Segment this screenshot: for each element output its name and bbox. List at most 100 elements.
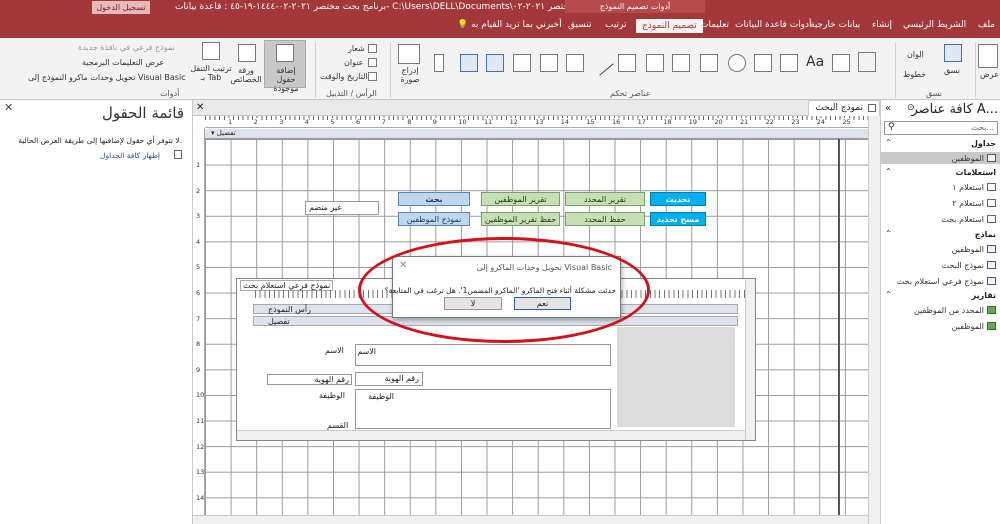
section-detail-bar[interactable]: ▾ تفصيل: [205, 129, 868, 139]
report-selected-button[interactable]: تقرير المحدد: [565, 192, 645, 206]
horizontal-scrollbar[interactable]: [193, 515, 868, 524]
ruler-mark: 4: [304, 118, 309, 126]
nav-item-form-subform[interactable]: نموذج فرعي استعلام بحث: [897, 277, 984, 286]
show-all-tables-link[interactable]: إظهار كافة الجداول: [100, 151, 160, 160]
list-box-icon[interactable]: [540, 54, 558, 72]
image-icon[interactable]: [460, 54, 478, 72]
datetime-button[interactable]: التاريخ والوقت: [320, 72, 368, 81]
attachment-icon[interactable]: [434, 54, 444, 72]
convert-macros-button[interactable]: تحويل وحدات ماكرو النموذج إلى Visual Bas…: [28, 73, 186, 82]
views-button-label[interactable]: عرض: [980, 70, 999, 79]
navigation-control-icon[interactable]: [672, 54, 690, 72]
close-document-icon[interactable]: ✕: [196, 102, 204, 113]
close-icon[interactable]: ✕: [4, 101, 13, 114]
collapse-icon[interactable]: ⌃: [885, 290, 892, 299]
lightbulb-icon: 💡: [457, 20, 472, 30]
checkbox-icon[interactable]: [486, 54, 504, 72]
tab-file[interactable]: ملف: [978, 20, 995, 30]
unbound-textbox[interactable]: غير منضم: [305, 201, 379, 215]
vruler-mark: 6: [196, 289, 201, 297]
property-sheet-icon[interactable]: [238, 44, 256, 62]
label-icon[interactable]: Aa: [806, 54, 824, 70]
ruler-mark: 24: [816, 118, 826, 126]
web-browser-icon[interactable]: [700, 54, 718, 72]
document-tabs: ✕ نموذج البحث: [193, 100, 880, 116]
name-textbox[interactable]: الاسم: [355, 344, 611, 366]
vruler-mark: 3: [196, 212, 201, 221]
tab-order-button[interactable]: ترتيب التنقل بـ Tab: [190, 64, 232, 82]
nav-item-form-employees[interactable]: الموظفين: [952, 245, 984, 254]
tab-database-tools[interactable]: أدوات قاعدة البيانات: [735, 20, 812, 30]
select-pointer-icon[interactable]: [858, 52, 876, 72]
tab-form-design[interactable]: تصميم النموذج: [636, 19, 703, 33]
collapse-icon[interactable]: ⌃: [885, 138, 892, 147]
view-icon[interactable]: [978, 44, 998, 68]
subform-hscroll[interactable]: [237, 430, 745, 440]
report-employees-button[interactable]: تقرير الموظفين: [481, 192, 560, 206]
property-sheet-button[interactable]: ورقة الخصائص: [228, 66, 264, 84]
nav-item-report-employees[interactable]: الموظفين: [952, 322, 984, 331]
tab-external-data[interactable]: بيانات خارجية: [810, 20, 860, 30]
nav-item-form-search[interactable]: نموذج البحث: [942, 261, 984, 270]
nav-item-table-employees[interactable]: الموظفين: [952, 154, 984, 163]
page-break-icon[interactable]: [618, 54, 636, 72]
textbox-icon[interactable]: [832, 54, 850, 72]
insert-image-button[interactable]: إدراج صورة: [395, 66, 425, 84]
clear-selection-button[interactable]: مسح تحديد: [650, 212, 706, 226]
nav-header-reports[interactable]: تقارير: [972, 291, 996, 300]
add-fields-button[interactable]: إضافة حقول موجودة: [264, 40, 306, 93]
rectangle-icon[interactable]: [513, 54, 531, 72]
tab-create[interactable]: إنشاء: [872, 20, 892, 30]
colors-button[interactable]: الوان: [907, 50, 924, 59]
tab-order-icon[interactable]: [202, 42, 220, 60]
tab-format[interactable]: تنسيق: [568, 20, 591, 30]
subform-new-window-button[interactable]: نموذج فرعي في نافذة جديدة: [78, 43, 175, 52]
tab-home[interactable]: الشريط الرئيسي: [903, 20, 966, 30]
insert-image-icon[interactable]: [398, 44, 420, 64]
nav-header-tables[interactable]: جداول: [971, 139, 996, 148]
job-textbox[interactable]: الوظيفة: [355, 389, 611, 429]
search-button[interactable]: بحث: [398, 192, 470, 206]
shutter-close-icon[interactable]: «: [885, 103, 891, 114]
tab-search-form[interactable]: نموذج البحث: [808, 100, 880, 116]
hyperlink-icon[interactable]: [728, 54, 746, 72]
tab-arrange[interactable]: ترتيب: [605, 20, 627, 30]
nav-item-query-2[interactable]: استعلام ٢: [952, 199, 984, 208]
nav-search-box[interactable]: بحث... ⚲: [884, 121, 998, 135]
view-code-button[interactable]: عرض التعليمات البرمجية: [82, 58, 164, 67]
subform-vscroll[interactable]: [745, 279, 755, 440]
nav-header-forms[interactable]: نماذج: [975, 230, 996, 239]
collapse-icon[interactable]: ⌃: [885, 229, 892, 238]
chevron-down-icon[interactable]: ⊙: [907, 103, 915, 113]
fonts-button[interactable]: خطوط: [903, 70, 926, 79]
button-icon[interactable]: [780, 54, 798, 72]
nav-pane-title[interactable]: كافة عناصر A...: [911, 102, 998, 117]
collapse-icon[interactable]: ⌃: [885, 167, 892, 176]
nav-header-queries[interactable]: استعلامات: [956, 168, 996, 177]
field-list-title: قائمة الحقول: [101, 104, 184, 122]
line-icon[interactable]: [588, 50, 614, 76]
nav-item-query-search[interactable]: استعلام بحث: [941, 215, 984, 224]
title-button[interactable]: عنوان: [344, 58, 363, 67]
red-annotation-oval: [358, 237, 650, 343]
employees-form-button[interactable]: نموذج الموظفين: [398, 212, 470, 226]
update-button[interactable]: تحديث: [650, 192, 706, 206]
theme-button-label[interactable]: نسق: [944, 66, 960, 75]
form-right-edge[interactable]: [838, 139, 840, 515]
save-report-employees-button[interactable]: حفظ تقرير الموظفين: [481, 212, 560, 226]
tab-control-icon[interactable]: [754, 54, 772, 72]
tab-help[interactable]: تعليمات: [700, 20, 729, 30]
save-selected-button[interactable]: حفظ المحدد: [565, 212, 645, 226]
nav-item-query-1[interactable]: استعلام ١: [952, 183, 984, 192]
nav-item-report-selected[interactable]: المحدد من الموظفين: [914, 306, 984, 315]
vruler-mark: 11: [196, 417, 205, 425]
option-group-icon[interactable]: [646, 54, 664, 72]
vertical-scrollbar[interactable]: [868, 116, 880, 524]
combo-box-icon[interactable]: [566, 54, 584, 72]
theme-icon[interactable]: [944, 44, 962, 62]
ruler-mark: 7: [381, 118, 386, 126]
signin-button[interactable]: تسجيل الدخول: [92, 1, 150, 14]
id-textbox[interactable]: رقم الهوية: [355, 372, 423, 386]
logo-button[interactable]: شعار: [348, 44, 365, 53]
tell-me-search[interactable]: 💡 أخبرني بما تريد القيام به: [457, 20, 562, 30]
